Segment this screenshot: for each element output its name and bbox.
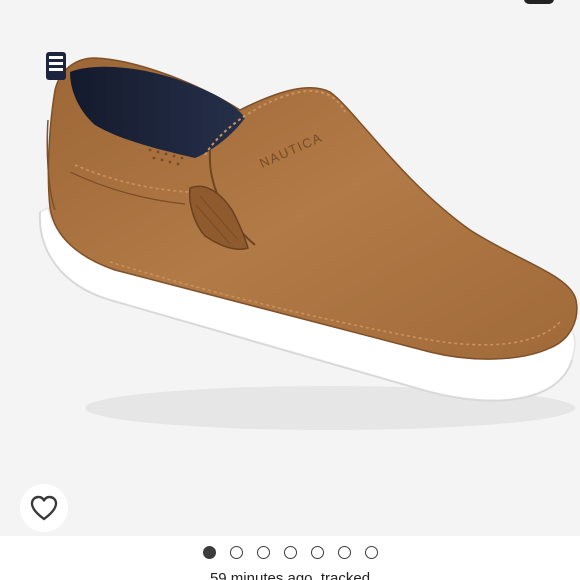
top-corner-button[interactable]	[524, 0, 554, 4]
activity-caption: 59 minutes ago, tracked	[209, 570, 371, 580]
carousel-pagination	[0, 544, 580, 560]
product-photo: NAUTICA	[38, 52, 578, 430]
carousel-dot-6[interactable]	[337, 545, 351, 559]
carousel-dot-7[interactable]	[364, 545, 378, 559]
carousel-dot-1[interactable]	[202, 545, 216, 559]
carousel-dot-2[interactable]	[229, 545, 243, 559]
carousel-dot-5[interactable]	[310, 545, 324, 559]
product-image-gallery[interactable]: NAUTICA	[0, 0, 580, 536]
wishlist-button[interactable]	[20, 484, 68, 532]
carousel-dot-4[interactable]	[283, 545, 297, 559]
carousel-dot-3[interactable]	[256, 545, 270, 559]
heart-outline-icon	[30, 495, 58, 521]
